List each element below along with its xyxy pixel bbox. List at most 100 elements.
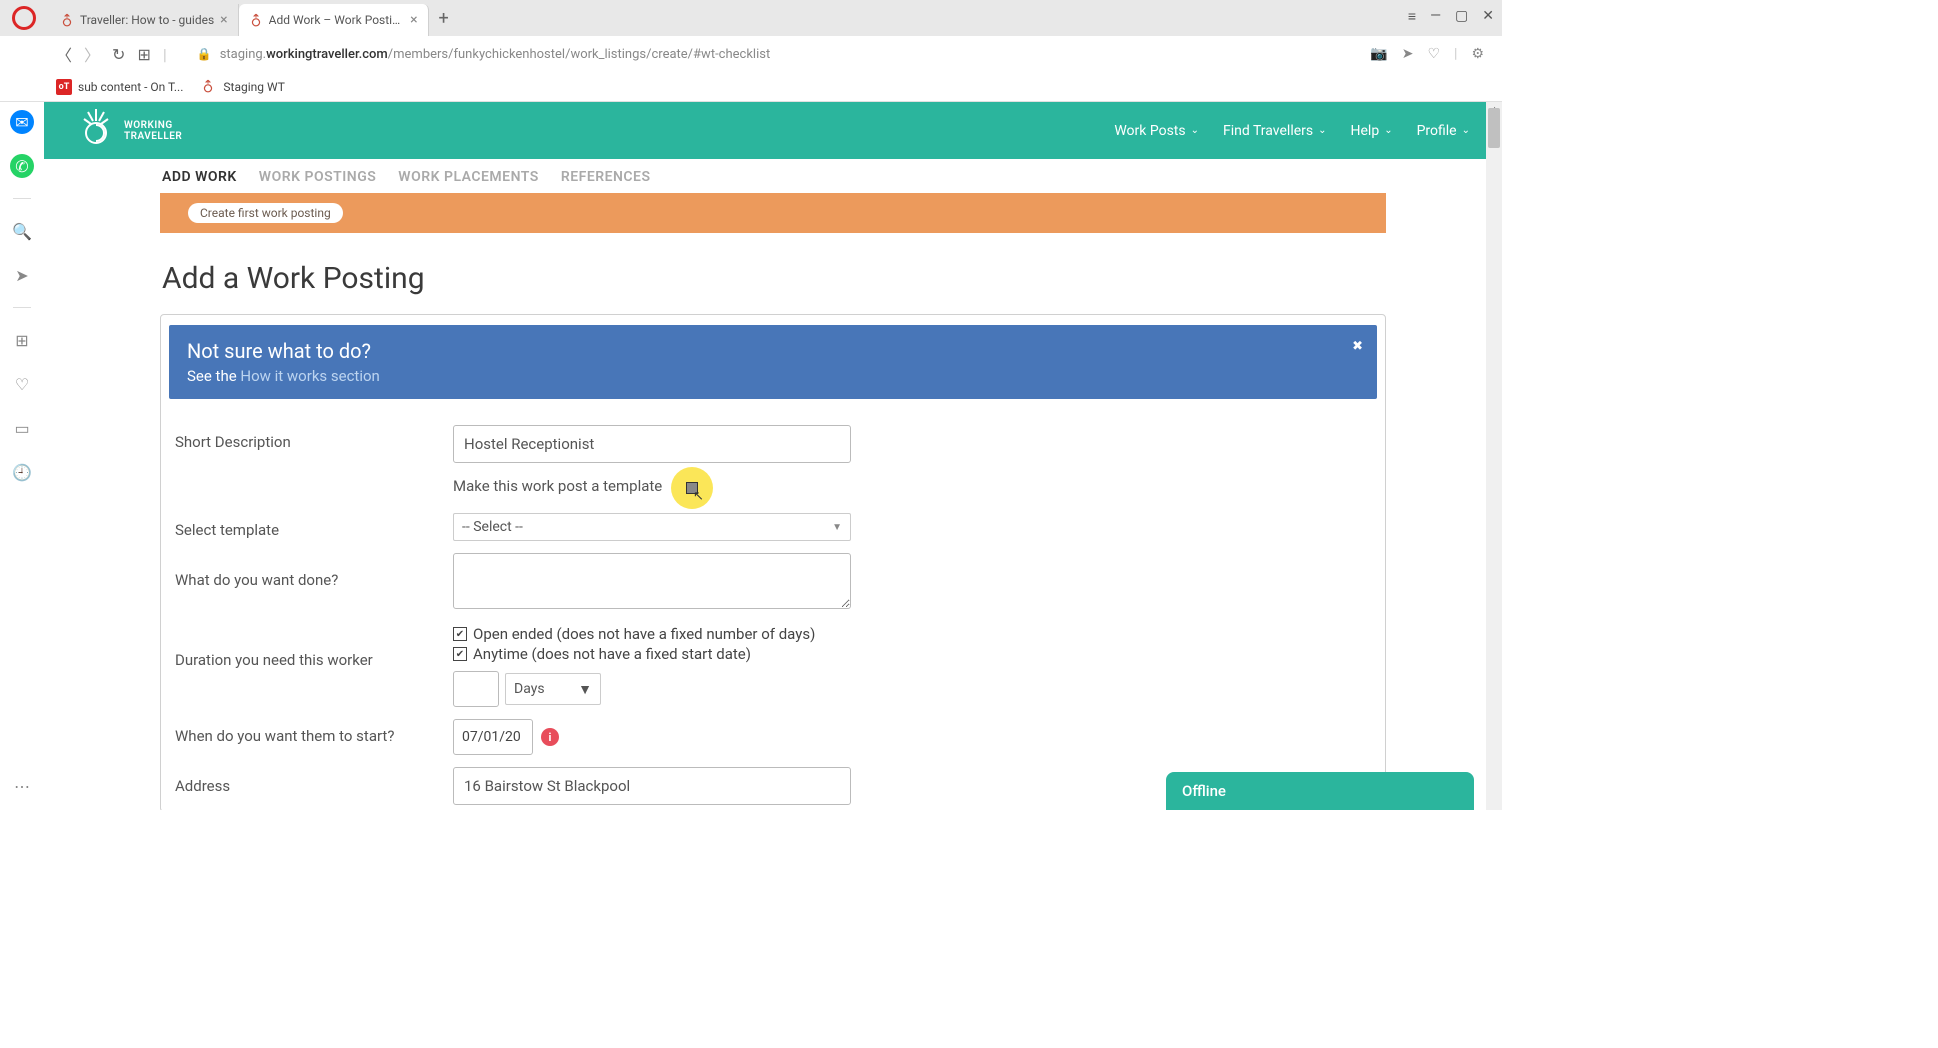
alert-subtitle: See the How it works section — [187, 367, 1359, 385]
short-description-label: Short Description — [175, 425, 453, 451]
ot-icon: oT — [56, 79, 72, 95]
site-nav: Work Posts⌄ Find Travellers⌄ Help⌄ Profi… — [1114, 123, 1470, 139]
whatsapp-icon[interactable]: ✆ — [10, 154, 34, 178]
duration-label: Duration you need this worker — [175, 625, 453, 669]
settings-sliders-icon[interactable]: ⚙ — [1471, 46, 1484, 62]
tab-bar: Traveller: How to - guides × Add Work – … — [0, 0, 1502, 36]
anytime-label: Anytime (does not have a fixed start dat… — [473, 645, 751, 663]
bookmark-label: sub content - On T... — [78, 80, 183, 94]
info-alert: Not sure what to do? See the How it work… — [169, 325, 1377, 399]
address-bar: 〈 〉 ↻ ⊞ | 🔒 staging.workingtraveller.com… — [0, 36, 1502, 72]
bookmark-bar: oT sub content - On T... Staging WT — [0, 72, 1502, 102]
reload-icon[interactable]: ↻ — [112, 45, 125, 64]
cursor-highlight: ↖ — [671, 467, 713, 509]
when-start-label: When do you want them to start? — [175, 719, 453, 745]
tab-close-icon[interactable]: × — [220, 12, 227, 28]
chevron-down-icon: ⌄ — [1318, 125, 1326, 136]
forward-icon[interactable]: 〉 — [84, 42, 100, 66]
open-ended-label: Open ended (does not have a fixed number… — [473, 625, 815, 643]
url-field[interactable]: 🔒 staging.workingtraveller.com/members/f… — [179, 47, 1359, 62]
tab-references[interactable]: REFERENCES — [561, 169, 651, 185]
tab-title: Add Work – Work Postings — [269, 13, 405, 27]
chevron-down-icon: ⌄ — [1191, 125, 1199, 136]
speed-dial-icon[interactable]: ⊞ — [137, 45, 150, 64]
how-it-works-link[interactable]: How it works section — [240, 367, 379, 385]
news-icon[interactable]: ▭ — [10, 416, 34, 440]
info-badge-icon[interactable]: i — [541, 728, 559, 746]
vertical-scrollbar[interactable]: ▲ — [1486, 102, 1502, 810]
nav-profile[interactable]: Profile⌄ — [1417, 123, 1470, 139]
grid-icon[interactable]: ⊞ — [10, 328, 34, 352]
tab-work-placements[interactable]: WORK PLACEMENTS — [398, 169, 539, 185]
duration-unit-select[interactable]: Days ▼ — [505, 673, 601, 705]
send-page-icon[interactable]: ➤ — [10, 263, 34, 287]
duration-number-input[interactable] — [453, 671, 499, 707]
tab-title: Traveller: How to - guides — [80, 13, 214, 27]
maximize-icon[interactable]: ▢ — [1455, 8, 1468, 25]
template-checkbox-label: Make this work post a template — [453, 477, 662, 495]
site-header: WORKING TRAVELLER Work Posts⌄ Find Trave… — [44, 102, 1502, 159]
history-icon[interactable]: 🕘 — [10, 460, 34, 484]
anytime-checkbox[interactable]: ✔ — [453, 647, 467, 661]
alert-title: Not sure what to do? — [187, 339, 1359, 363]
create-first-posting-button[interactable]: Create first work posting — [188, 203, 343, 223]
what-done-label: What do you want done? — [175, 553, 453, 589]
search-icon[interactable]: 🔍 — [10, 219, 34, 243]
tab-close-icon[interactable]: × — [410, 12, 417, 28]
tab-add-work[interactable]: ADD WORK — [162, 169, 237, 185]
bookmark-label: Staging WT — [223, 80, 284, 94]
nav-help[interactable]: Help⌄ — [1351, 123, 1393, 139]
what-done-textarea[interactable] — [453, 553, 851, 609]
chevron-down-icon: ▼ — [578, 681, 592, 698]
checklist-banner: Create first work posting — [160, 193, 1386, 233]
address-label: Address — [175, 767, 453, 795]
short-description-input[interactable] — [453, 425, 851, 463]
snapshot-icon[interactable]: 📷 — [1370, 46, 1387, 62]
minimize-icon[interactable]: — — [1430, 8, 1441, 25]
bookmark-item-1[interactable]: Staging WT — [201, 79, 284, 95]
back-icon[interactable]: 〈 — [56, 42, 72, 66]
logo-text: WORKING TRAVELLER — [124, 120, 182, 142]
chevron-down-icon: ▼ — [832, 522, 842, 533]
more-icon[interactable]: ⋯ — [10, 774, 34, 798]
nav-work-posts[interactable]: Work Posts⌄ — [1114, 123, 1199, 139]
logo-hand-icon — [76, 107, 116, 154]
close-window-icon[interactable]: ✕ — [1482, 8, 1494, 25]
address-input[interactable] — [453, 767, 851, 805]
page-content: WORKING TRAVELLER Work Posts⌄ Find Trave… — [44, 102, 1502, 810]
chevron-down-icon: ⌄ — [1384, 125, 1392, 136]
form-card: Not sure what to do? See the How it work… — [160, 314, 1386, 810]
opera-sidebar: ✉ ✆ 🔍 ➤ ⊞ ♡ ▭ 🕘 ⋯ — [0, 102, 44, 810]
window-controls: ≡ — ▢ ✕ — [1408, 8, 1494, 25]
easy-setup-icon[interactable]: ≡ — [1408, 8, 1416, 25]
open-ended-checkbox[interactable]: ✔ — [453, 627, 467, 641]
alert-close-icon[interactable]: ✖ — [1352, 339, 1363, 354]
wt-favicon-icon — [249, 13, 263, 27]
messenger-icon[interactable]: ✉ — [10, 110, 34, 134]
lock-icon: 🔒 — [197, 47, 212, 61]
nav-find-travellers[interactable]: Find Travellers⌄ — [1223, 123, 1327, 139]
browser-chrome: Traveller: How to - guides × Add Work – … — [0, 0, 1502, 103]
heart-icon[interactable]: ♡ — [1427, 46, 1440, 62]
url-text: staging.workingtraveller.com/members/fun… — [220, 47, 771, 62]
tab-work-postings[interactable]: WORK POSTINGS — [259, 169, 377, 185]
page-tabs: ADD WORK WORK POSTINGS WORK PLACEMENTS R… — [44, 159, 1502, 193]
wt-icon — [201, 79, 217, 95]
chat-widget[interactable]: Offline — [1166, 772, 1474, 810]
select-template-label: Select template — [175, 513, 453, 539]
page-title: Add a Work Posting — [44, 233, 1502, 314]
chevron-down-icon: ⌄ — [1462, 125, 1470, 136]
cursor-icon: ↖ — [693, 489, 704, 504]
bookmarks-heart-icon[interactable]: ♡ — [10, 372, 34, 396]
select-template-dropdown[interactable]: -- Select -- ▼ — [453, 513, 851, 541]
site-logo[interactable]: WORKING TRAVELLER — [76, 107, 182, 154]
browser-tab-0[interactable]: Traveller: How to - guides × — [50, 4, 239, 36]
start-date-input[interactable] — [453, 719, 533, 755]
opera-logo-icon[interactable] — [12, 6, 36, 30]
send-icon[interactable]: ➤ — [1402, 46, 1414, 62]
browser-tab-1[interactable]: Add Work – Work Postings × — [239, 4, 429, 36]
new-tab-button[interactable]: + — [429, 8, 459, 29]
scrollbar-thumb[interactable] — [1488, 108, 1500, 148]
wt-favicon-icon — [60, 13, 74, 27]
bookmark-item-0[interactable]: oT sub content - On T... — [56, 79, 183, 95]
